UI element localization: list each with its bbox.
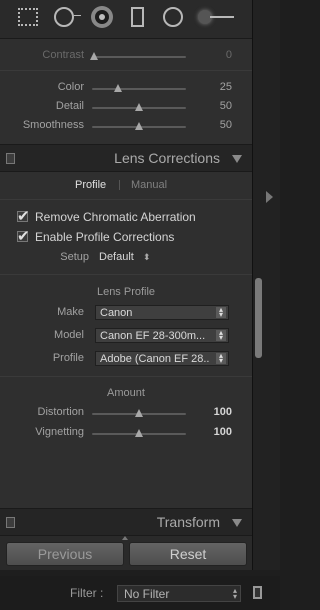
panel-scrollbar[interactable] [255,278,262,358]
spot-removal-icon[interactable] [54,7,81,27]
lens-corrections-tabs: Profile Manual [0,173,252,197]
enable-profile-corrections-checkbox[interactable]: ✔ [17,228,30,245]
stepper-arrows-icon: ▴ ▾ [216,329,226,342]
collapse-right-panel-icon[interactable] [266,191,273,203]
vignetting-value[interactable]: 100 [214,426,232,438]
tool-strip [0,0,252,39]
smoothness-value[interactable]: 50 [220,119,232,131]
profile-value: Adobe (Canon EF 28... [100,353,210,365]
profile-select[interactable]: Adobe (Canon EF 28... ▴ ▾ [95,351,229,366]
make-label: Make [57,306,84,318]
reset-button[interactable]: Reset [129,542,247,566]
filter-value: No Filter [124,587,170,601]
detail-slider[interactable] [92,103,186,111]
detail-label: Detail [55,100,84,112]
model-select[interactable]: Canon EF 28-300m... ▴ ▾ [95,328,229,343]
develop-right-panel: Contrast 0 Color 25 Detail 50 Smoothness… [0,0,253,570]
distortion-slider-row: Distortion 100 [0,405,252,423]
contrast-value[interactable]: 0 [226,49,232,61]
previous-button[interactable]: Previous [6,542,124,566]
divider [0,199,252,200]
tab-divider [119,180,120,190]
setup-stepper-icon[interactable]: ⬍ [143,252,151,263]
remove-chromatic-aberration-checkbox[interactable]: ✔ [17,208,30,225]
detail-slider-row: Detail 50 [0,99,252,117]
crop-overlay-icon[interactable] [18,8,38,26]
color-slider[interactable] [92,84,186,92]
vignetting-slider-row: Vignetting 100 [0,425,252,443]
stepper-arrows-icon: ▴ ▾ [216,306,226,319]
lens-profile-title: Lens Profile [96,286,156,298]
remove-chromatic-aberration-label[interactable]: Remove Chromatic Aberration [35,210,196,224]
transform-header[interactable]: Transform [0,508,252,536]
color-slider-row: Color 25 [0,80,252,98]
make-select[interactable]: Canon ▴ ▾ [95,305,229,320]
profile-label: Profile [52,352,84,364]
divider [0,376,252,377]
filter-bar: Filter : No Filter ▴ ▾ [0,576,280,610]
divider [0,274,252,275]
amount-title: Amount [107,387,145,399]
distortion-value[interactable]: 100 [214,406,232,418]
smoothness-slider[interactable] [92,122,186,130]
setup-value[interactable]: Default [99,251,134,263]
contrast-slider-row: Contrast 0 [0,48,252,66]
contrast-slider[interactable] [89,52,186,60]
adjustment-brush-icon[interactable] [198,10,234,24]
vignetting-label: Vignetting [35,426,84,438]
color-value[interactable]: 25 [220,81,232,93]
radial-filter-icon[interactable] [163,7,183,27]
distortion-label: Distortion [37,406,84,418]
distortion-slider-thumb[interactable] [135,409,143,417]
tab-profile[interactable]: Profile [75,179,106,191]
vignetting-slider[interactable] [92,429,186,437]
contrast-label: Contrast [42,49,84,61]
make-value: Canon [100,307,133,319]
red-eye-correction-icon[interactable] [91,6,113,28]
color-label: Color [57,81,84,93]
enable-profile-corrections-label[interactable]: Enable Profile Corrections [35,230,174,244]
graduated-filter-icon[interactable] [131,7,144,27]
distortion-slider[interactable] [92,409,186,417]
setup-label: Setup [60,251,89,263]
contrast-slider-thumb[interactable] [89,52,98,60]
filter-select[interactable]: No Filter ▴ ▾ [117,585,241,602]
model-value: Canon EF 28-300m... [100,330,206,342]
divider [0,70,252,71]
filter-label: Filter : [70,586,104,600]
lens-corrections-title: Lens Corrections [114,150,220,166]
filter-lock-icon[interactable] [253,586,262,599]
model-label: Model [54,329,84,341]
panel-switch-icon[interactable] [6,517,15,528]
color-slider-thumb[interactable] [114,84,123,92]
transform-title: Transform [156,514,220,530]
collapse-triangle-icon[interactable] [232,519,242,527]
checkmark-icon: ✔ [17,228,30,245]
panel-switch-icon[interactable] [6,153,15,164]
collapse-triangle-icon[interactable] [232,155,242,163]
bottom-button-bar: Previous Reset [0,536,252,570]
vignetting-slider-thumb[interactable] [135,429,143,437]
stepper-arrows-icon: ▴ ▾ [216,352,226,365]
smoothness-label: Smoothness [22,119,84,131]
lens-corrections-header[interactable]: Lens Corrections [0,144,252,172]
smoothness-slider-row: Smoothness 50 [0,118,252,136]
checkmark-icon: ✔ [17,208,30,225]
stepper-arrows-icon: ▴ ▾ [232,586,237,601]
tab-manual[interactable]: Manual [131,179,167,191]
detail-value[interactable]: 50 [220,100,232,112]
detail-slider-thumb[interactable] [135,103,143,111]
smoothness-slider-thumb[interactable] [135,122,143,130]
